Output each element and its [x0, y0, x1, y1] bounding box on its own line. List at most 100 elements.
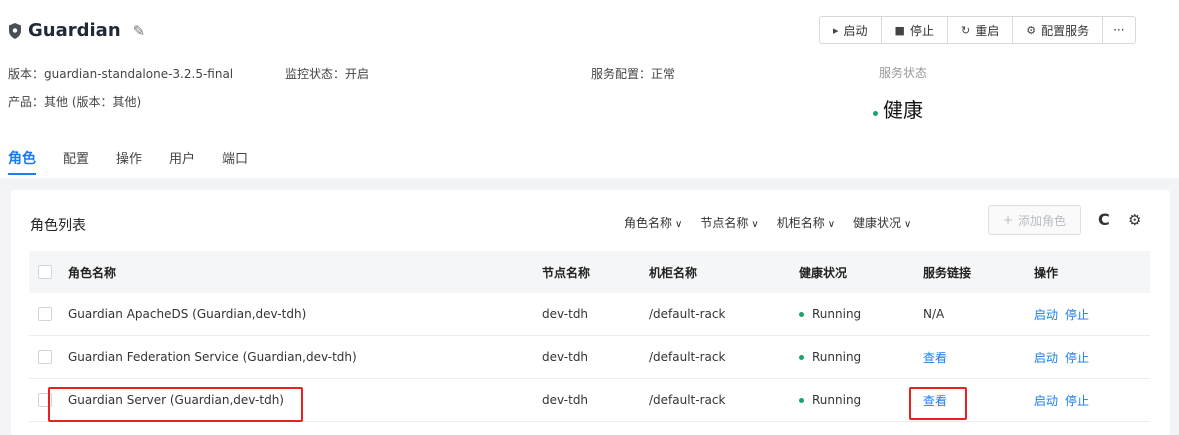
start-role-link[interactable]: 启动	[1034, 306, 1058, 323]
service-health: 健康	[873, 94, 923, 123]
chevron-down-icon: ∨	[904, 219, 912, 230]
tab-config[interactable]: 配置	[63, 148, 89, 175]
filter-health-label: 健康状况	[853, 216, 902, 230]
role-list-title: 角色列表	[30, 218, 86, 234]
service-link-cell: 查看	[923, 379, 947, 421]
add-role-button[interactable]: + 添加角色	[988, 205, 1081, 235]
tab-roles[interactable]: 角色	[8, 148, 36, 175]
select-all-checkbox[interactable]	[38, 265, 52, 279]
col-node-name: 节点名称	[542, 265, 591, 280]
col-rack-name: 机柜名称	[649, 265, 698, 280]
chevron-down-icon: ∨	[675, 219, 683, 230]
add-role-label: 添加角色	[1018, 213, 1067, 228]
start-service-button[interactable]: ▸ 启动	[820, 17, 882, 43]
running-dot-icon	[799, 354, 804, 360]
filter-role-name-label: 角色名称	[624, 216, 673, 230]
filter-rack-name[interactable]: 机柜名称 ∨	[777, 214, 835, 231]
tab-users[interactable]: 用户	[169, 148, 195, 175]
operations-cell: 启动 停止	[1034, 293, 1089, 335]
service-name: Guardian	[28, 20, 121, 41]
stop-role-link[interactable]: 停止	[1065, 392, 1089, 409]
view-link[interactable]: 查看	[923, 392, 947, 409]
operations-cell: 启动 停止	[1034, 336, 1089, 378]
row-checkbox[interactable]	[38, 393, 52, 407]
table-row: Guardian ApacheDS (Guardian,dev-tdh) dev…	[29, 293, 1150, 336]
configure-label: 配置服务	[1041, 23, 1090, 38]
restart-label: 重启	[975, 23, 1000, 38]
pencil-icon[interactable]: ✎	[133, 22, 146, 40]
product-text: 产品：其他 (版本：其他)	[8, 95, 142, 109]
service-header-panel: Guardian ✎ ▸ 启动 ■ 停止 ↻ 重启 ⚙ 配置服务 ··· 版本：…	[0, 0, 1179, 178]
role-list-card: 角色列表 角色名称 ∨ 节点名称 ∨ 机柜名称 ∨ 健康状况 ∨ + 添加角色 C ⚙ …	[11, 190, 1170, 435]
row-checkbox[interactable]	[38, 350, 52, 364]
rack-name-cell: /default-rack	[649, 350, 726, 364]
service-config-text: 服务配置：正常	[591, 67, 676, 81]
filter-rack-name-label: 机柜名称	[776, 216, 825, 230]
health-text: Running	[812, 307, 862, 321]
tab-ports[interactable]: 端口	[222, 148, 248, 175]
shield-icon	[9, 22, 21, 39]
role-name-cell: Guardian Federation Service (Guardian,de…	[68, 350, 357, 364]
table-row: Guardian Federation Service (Guardian,de…	[29, 336, 1150, 379]
monitor-status-text: 监控状态：开启	[285, 67, 370, 81]
node-name-cell: dev-tdh	[542, 393, 589, 407]
service-title: Guardian ✎	[8, 20, 145, 41]
service-link-cell: N/A	[923, 307, 945, 321]
table-row: Guardian Server (Guardian,dev-tdh) dev-t…	[29, 379, 1150, 422]
node-name-cell: dev-tdh	[542, 350, 589, 364]
stop-service-button[interactable]: ■ 停止	[882, 17, 948, 43]
chevron-down-icon: ∨	[827, 219, 836, 230]
operations-cell: 启动 停止	[1034, 379, 1089, 421]
col-operations: 操作	[1034, 265, 1059, 280]
configure-service-button[interactable]: ⚙ 配置服务	[1013, 17, 1104, 43]
role-name-cell: Guardian ApacheDS (Guardian,dev-tdh)	[68, 307, 307, 321]
filter-node-name[interactable]: 节点名称 ∨	[700, 214, 758, 231]
col-health: 健康状况	[799, 265, 848, 280]
tab-operations[interactable]: 操作	[116, 148, 142, 175]
row-checkbox[interactable]	[38, 307, 52, 321]
rack-name-cell: /default-rack	[649, 393, 726, 407]
plus-icon: +	[1002, 213, 1014, 227]
restart-icon: ↻	[960, 23, 971, 37]
health-status-text: 健康	[883, 98, 923, 122]
role-filters: 角色名称 ∨ 节点名称 ∨ 机柜名称 ∨ 健康状况 ∨	[624, 214, 911, 231]
gear-icon: ⚙	[1026, 23, 1037, 37]
service-status-label: 服务状态	[879, 66, 928, 80]
health-text: Running	[812, 350, 862, 364]
start-label: 启动	[843, 23, 868, 38]
health-text: Running	[812, 393, 862, 407]
running-dot-icon	[799, 311, 804, 317]
gear-icon[interactable]: ⚙	[1128, 211, 1141, 229]
restart-service-button[interactable]: ↻ 重启	[948, 17, 1014, 43]
chevron-down-icon: ∨	[751, 219, 759, 230]
health-cell: Running	[799, 379, 861, 421]
more-icon: ···	[1113, 23, 1125, 37]
refresh-icon[interactable]: C	[1098, 210, 1110, 229]
more-actions-button[interactable]: ···	[1103, 17, 1134, 43]
version-text: 版本：guardian-standalone-3.2.5-final	[8, 67, 234, 81]
stop-label: 停止	[909, 23, 934, 38]
stop-role-link[interactable]: 停止	[1065, 349, 1089, 366]
node-name-cell: dev-tdh	[542, 307, 589, 321]
filter-node-name-label: 节点名称	[700, 216, 749, 230]
rack-name-cell: /default-rack	[649, 307, 726, 321]
role-name-cell: Guardian Server (Guardian,dev-tdh)	[68, 393, 284, 407]
col-service-link: 服务链接	[923, 265, 972, 280]
table-header: 角色名称 节点名称 机柜名称 健康状况 服务链接 操作	[29, 251, 1150, 293]
filter-health[interactable]: 健康状况 ∨	[853, 214, 911, 231]
service-action-group: ▸ 启动 ■ 停止 ↻ 重启 ⚙ 配置服务 ···	[819, 16, 1136, 44]
service-tabs: 角色 配置 操作 用户 端口	[8, 148, 248, 175]
health-cell: Running	[799, 293, 861, 335]
view-link[interactable]: 查看	[923, 349, 947, 366]
service-link-cell: 查看	[923, 336, 947, 378]
stop-role-link[interactable]: 停止	[1065, 306, 1089, 323]
stop-icon: ■	[894, 23, 905, 37]
start-role-link[interactable]: 启动	[1034, 349, 1058, 366]
play-icon: ▸	[833, 23, 839, 37]
col-role-name: 角色名称	[68, 265, 117, 280]
filter-role-name[interactable]: 角色名称 ∨	[624, 214, 682, 231]
start-role-link[interactable]: 启动	[1034, 392, 1058, 409]
health-cell: Running	[799, 336, 861, 378]
health-dot-icon	[873, 110, 878, 116]
running-dot-icon	[799, 397, 804, 403]
